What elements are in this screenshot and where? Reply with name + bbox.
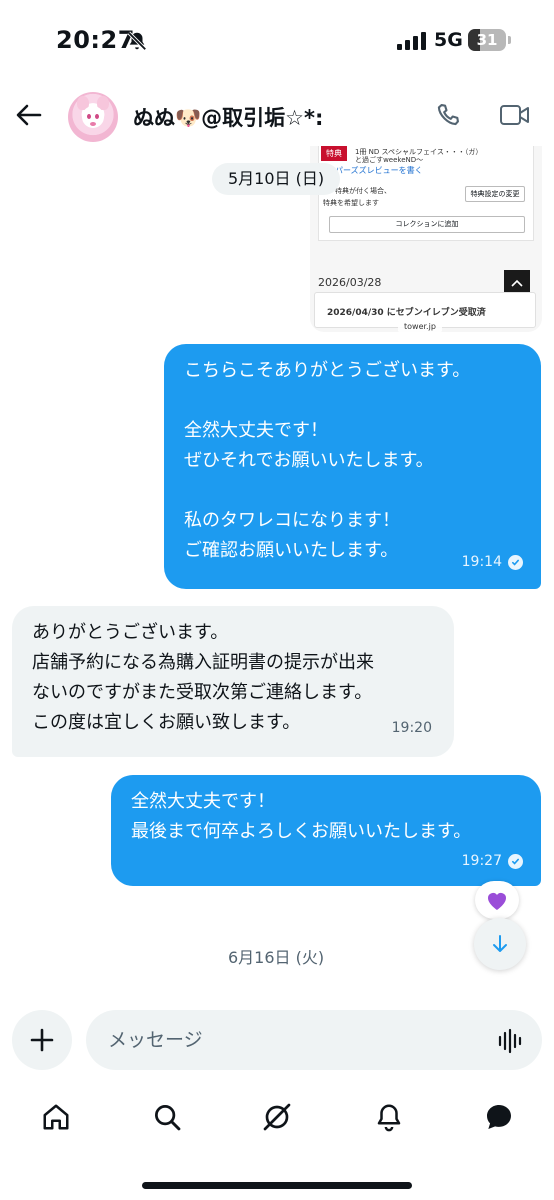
contact-name[interactable]: ぬぬ🐶@取引垢☆*: bbox=[133, 102, 323, 132]
search-icon bbox=[155, 1105, 181, 1131]
shared-image-message[interactable]: 特典 1冊 ND スペシャルフェイス・・・（ガ） と過ごすweekeND〜 パー… bbox=[310, 146, 542, 332]
outgoing-message[interactable]: 全然大丈夫です！ 最後まで何卒よろしくお願いいたします。 19:27 bbox=[111, 775, 541, 886]
add-collection-button: コレクションに追加 bbox=[329, 216, 525, 233]
incoming-message[interactable]: ありがとうございます。 店舗予約になる為購入証明書の提示が出来 ないのですがまた… bbox=[12, 606, 454, 757]
message-input[interactable] bbox=[86, 1010, 542, 1070]
message-time: 19:14 bbox=[461, 554, 502, 570]
bonus-settings-button: 特典設定の変更 bbox=[465, 186, 525, 202]
outgoing-message[interactable]: こちらこそありがとうございます。 全然大丈夫です！ ぜひそれでお願いいたします。… bbox=[164, 344, 541, 589]
message-line: 最後まで何卒よろしくお願いいたします。 bbox=[131, 821, 472, 842]
tab-notifications[interactable] bbox=[372, 1100, 406, 1134]
message-line: こちらこそありがとうございます。 bbox=[184, 360, 471, 381]
back-arrow-icon bbox=[16, 104, 42, 126]
tab-grok[interactable] bbox=[260, 1100, 294, 1134]
call-button[interactable] bbox=[431, 98, 465, 132]
bonus-note-1: 特典が付く場合、 bbox=[335, 187, 391, 195]
voice-message-button[interactable] bbox=[496, 1027, 526, 1055]
scroll-to-bottom-button[interactable] bbox=[474, 918, 526, 970]
heart-reaction[interactable] bbox=[475, 881, 519, 919]
avatar[interactable] bbox=[68, 92, 118, 142]
plus-icon bbox=[30, 1028, 54, 1052]
message-line: この度は宜しくお願い致します。 bbox=[32, 712, 301, 733]
bonus-note-2: 特典を希望します bbox=[323, 199, 379, 207]
bell-icon bbox=[377, 1104, 401, 1132]
tab-home[interactable] bbox=[39, 1100, 73, 1134]
shared-image-product-panel: 特典 1冊 ND スペシャルフェイス・・・（ガ） と過ごすweekeND〜 パー… bbox=[318, 146, 534, 241]
video-camera-icon bbox=[500, 105, 529, 125]
bonus-badge: 特典 bbox=[321, 146, 347, 161]
order-status: 2026/04/30 にセブンイレブン受取済 bbox=[327, 308, 486, 318]
read-check-icon bbox=[508, 853, 523, 869]
message-time: 19:27 bbox=[461, 853, 502, 869]
home-indicator bbox=[142, 1182, 412, 1189]
message-meta: 19:14 bbox=[462, 547, 523, 577]
date-separator: 5月10日 (日) bbox=[212, 163, 341, 195]
battery-percent: 31 bbox=[476, 31, 498, 49]
back-button[interactable] bbox=[12, 98, 46, 132]
message-meta: 19:27 bbox=[462, 846, 523, 876]
bell-off-icon bbox=[127, 31, 147, 51]
cellular-signal-icon bbox=[397, 32, 426, 50]
status-time: 20:27 bbox=[56, 26, 135, 54]
tab-messages[interactable] bbox=[482, 1100, 516, 1134]
home-icon bbox=[43, 1104, 69, 1130]
message-line: 全然大丈夫です！ bbox=[131, 791, 275, 812]
review-link: パーズズレビューを書く bbox=[335, 166, 423, 175]
status-bar: 20:27 5G 31 bbox=[0, 0, 554, 86]
video-call-button[interactable] bbox=[496, 98, 534, 132]
message-composer bbox=[0, 1008, 554, 1074]
conversation-header: ぬぬ🐶@取引垢☆*: bbox=[0, 86, 554, 146]
arrow-down-icon bbox=[493, 935, 507, 952]
tab-search[interactable] bbox=[150, 1100, 184, 1134]
bottom-tab-bar bbox=[0, 1086, 554, 1148]
message-line: ぜひそれでお願いいたします。 bbox=[184, 450, 434, 471]
product-subline: と過ごすweekeND〜 bbox=[355, 156, 424, 164]
order-date: 2026/03/28 bbox=[318, 276, 382, 289]
network-type: 5G bbox=[434, 29, 463, 51]
message-line: ありがとうございます。 bbox=[32, 622, 229, 643]
message-line: 全然大丈夫です！ bbox=[184, 420, 328, 441]
grok-icon bbox=[263, 1103, 291, 1131]
read-check-icon bbox=[508, 554, 523, 570]
phone-icon bbox=[437, 104, 459, 126]
purple-heart-icon bbox=[488, 893, 506, 910]
message-line: 店舗予約になる為購入証明書の提示が出来 bbox=[32, 652, 374, 673]
message-meta: 19:20 bbox=[392, 713, 432, 743]
date-separator: 6月16日 (火) bbox=[228, 948, 325, 967]
battery-icon: 31 bbox=[468, 29, 512, 51]
messages-icon bbox=[486, 1105, 511, 1129]
link-domain: tower.jp bbox=[398, 320, 442, 333]
message-line: ないのですがまた受取次第ご連絡します。 bbox=[32, 682, 373, 703]
message-list[interactable]: 特典 1冊 ND スペシャルフェイス・・・（ガ） と過ごすweekeND〜 パー… bbox=[0, 146, 554, 1008]
add-attachment-button[interactable] bbox=[12, 1010, 72, 1070]
message-time: 19:20 bbox=[391, 720, 432, 736]
message-line: 私のタワレコになります！ bbox=[184, 510, 400, 531]
voice-wave-icon bbox=[498, 1028, 522, 1054]
